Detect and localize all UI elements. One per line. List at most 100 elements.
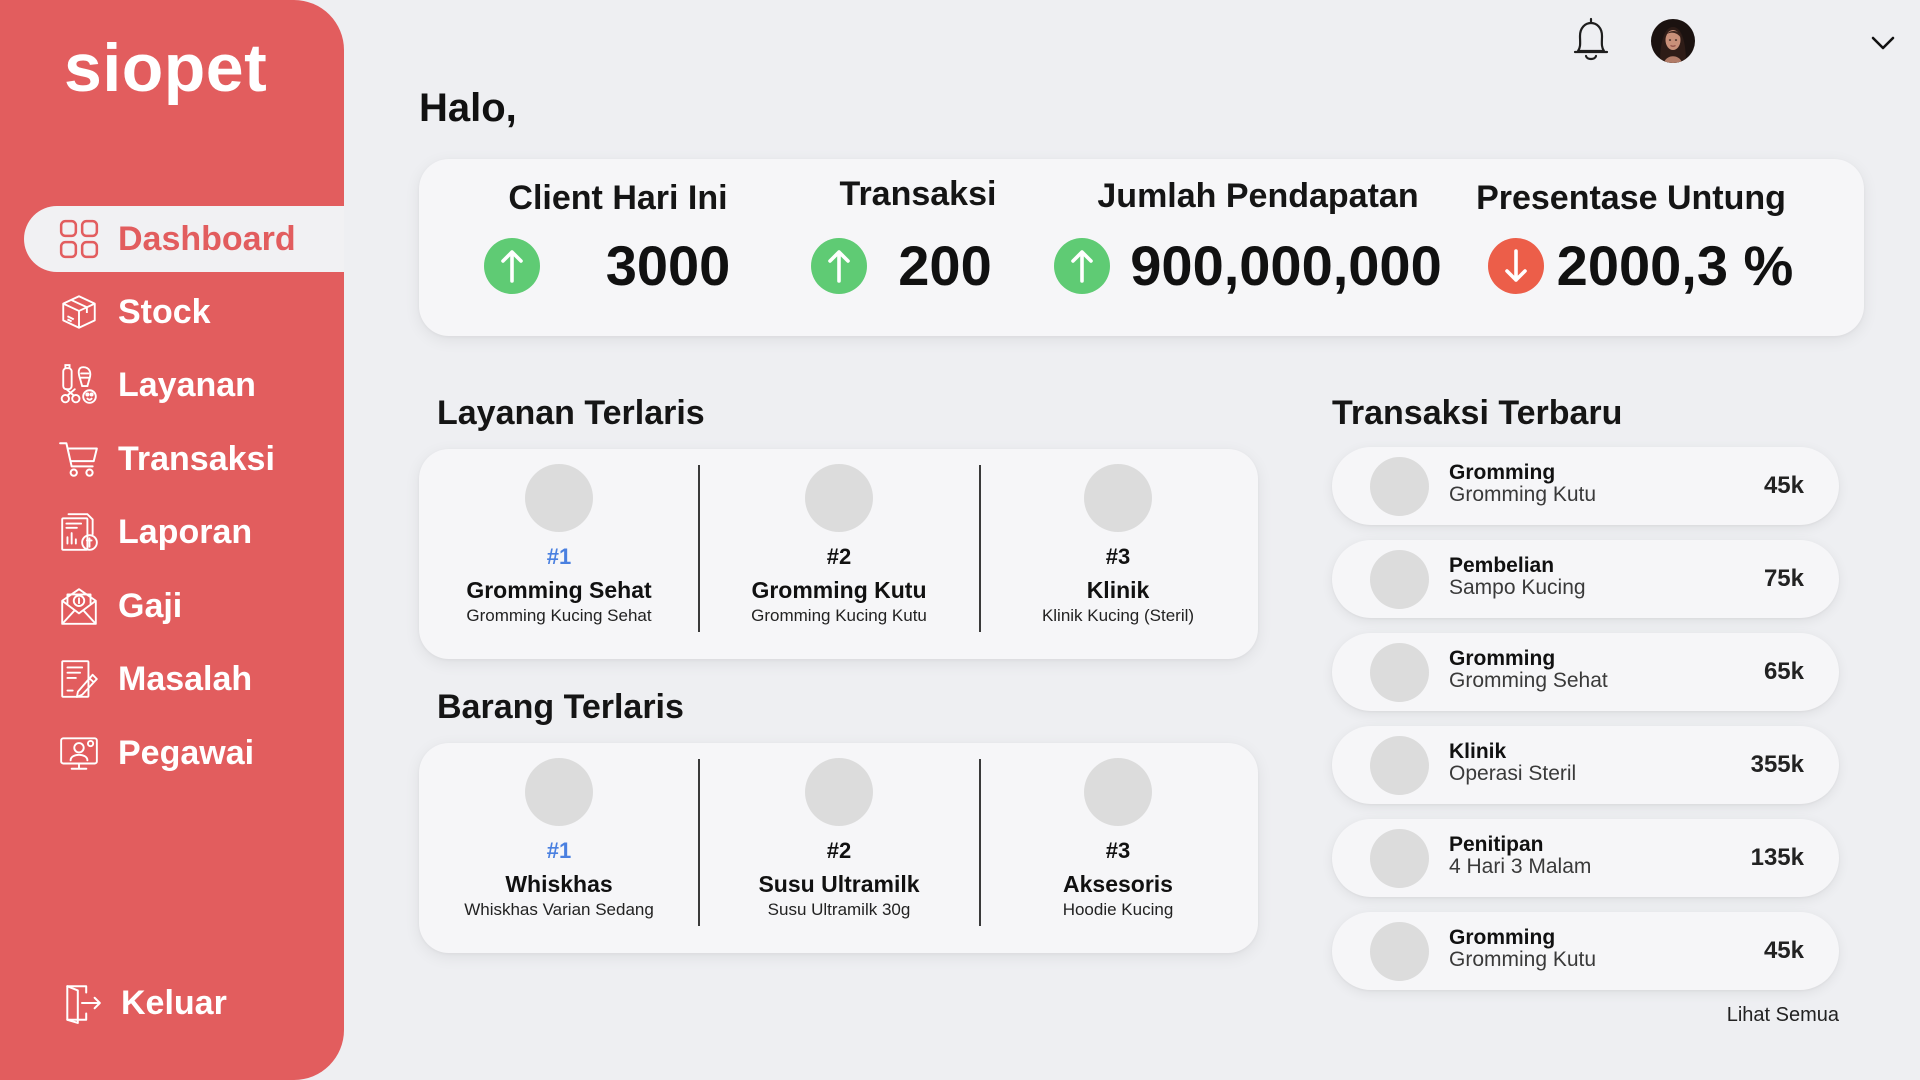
transaction-image-placeholder bbox=[1370, 457, 1429, 516]
transaction-image-placeholder bbox=[1370, 829, 1429, 888]
product-image-placeholder bbox=[1084, 758, 1152, 826]
transaction-amount: 65k bbox=[1763, 658, 1804, 685]
product-item: #2 Susu Ultramilk Susu Ultramilk 30g bbox=[699, 743, 979, 953]
sidebar-item-label: Transaksi bbox=[118, 440, 275, 478]
arrow-up-icon-graphic bbox=[484, 238, 540, 294]
sidebar-item-stock[interactable]: Stock bbox=[24, 279, 344, 345]
arrow-up-icon bbox=[484, 238, 540, 294]
product-item: #3 Aksesoris Hoodie Kucing bbox=[978, 743, 1258, 953]
transaction-amount: 75k bbox=[1763, 565, 1804, 592]
sidebar-item-label: Stock bbox=[118, 293, 211, 331]
stat-value-profit-percentage: 2000,3 % bbox=[1556, 234, 1794, 297]
bell-icon[interactable] bbox=[1569, 16, 1613, 64]
service-description: Klinik Kucing (Steril) bbox=[1041, 606, 1195, 625]
sidebar-item-gaji[interactable]: Gaji bbox=[24, 573, 344, 639]
arrow-up-icon-graphic bbox=[811, 238, 867, 294]
recent-transactions-title: Transaksi Terbaru bbox=[1332, 394, 1623, 432]
service-image-placeholder bbox=[1084, 464, 1152, 532]
employee-icon bbox=[58, 732, 100, 774]
transaction-category: Pembelian bbox=[1449, 554, 1555, 577]
sidebar-item-label: Dashboard bbox=[118, 220, 296, 258]
stat-title-transactions: Transaksi bbox=[839, 175, 997, 213]
transaction-image-placeholder bbox=[1370, 550, 1429, 609]
rank-number: #2 bbox=[826, 544, 852, 569]
greeting-title: Halo, bbox=[419, 86, 517, 130]
issue-document-icon bbox=[58, 658, 100, 700]
sidebar-item-label: Layanan bbox=[118, 366, 256, 404]
rank-number: #1 bbox=[546, 544, 572, 569]
sidebar-item-label: Pegawai bbox=[118, 734, 255, 772]
dashboard-grid-icon-graphic bbox=[59, 219, 99, 259]
bell-icon-graphic bbox=[1573, 17, 1609, 61]
stat-title-clients: Client Hari Ini bbox=[508, 179, 728, 217]
stats-card: Client Hari Ini 3000 Transaksi 200 Jumla… bbox=[419, 159, 1864, 336]
sidebar-item-label: Laporan bbox=[118, 513, 253, 551]
sidebar-item-pegawai[interactable]: Pegawai bbox=[24, 720, 344, 786]
transaction-row: Klinik Operasi Steril 355k bbox=[1332, 726, 1839, 804]
app-logo[interactable]: siopet bbox=[64, 34, 267, 102]
stat-value-clients: 3000 bbox=[605, 234, 731, 297]
arrow-down-icon bbox=[1488, 238, 1544, 294]
report-icon bbox=[58, 511, 100, 553]
transaction-image-placeholder bbox=[1370, 922, 1429, 981]
transaction-amount: 45k bbox=[1763, 937, 1804, 964]
transaction-name: Gromming Kutu bbox=[1449, 948, 1597, 971]
product-name: Susu Ultramilk bbox=[758, 871, 920, 897]
service-image-placeholder bbox=[525, 464, 593, 532]
logout-door-icon-graphic bbox=[66, 985, 101, 1024]
transaction-amount: 135k bbox=[1750, 844, 1804, 871]
product-description: Hoodie Kucing bbox=[1062, 900, 1174, 919]
product-description: Susu Ultramilk 30g bbox=[767, 900, 911, 919]
transaction-name: Gromming Kutu bbox=[1449, 483, 1597, 506]
arrow-up-icon-graphic bbox=[1054, 238, 1110, 294]
salary-envelope-icon bbox=[58, 585, 100, 627]
transaction-name: Operasi Steril bbox=[1449, 762, 1577, 785]
box-icon-graphic bbox=[62, 295, 96, 329]
service-description: Gromming Kucing Kutu bbox=[751, 606, 927, 625]
service-image-placeholder bbox=[805, 464, 873, 532]
view-all-transactions-link[interactable]: Lihat Semua bbox=[1639, 1003, 1839, 1027]
transaction-category: Gromming bbox=[1449, 647, 1556, 670]
service-name: Klinik bbox=[1086, 577, 1150, 603]
user-avatar-graphic bbox=[1651, 19, 1695, 63]
rank-number: #3 bbox=[1105, 838, 1131, 863]
product-name: Whiskhas bbox=[505, 871, 613, 897]
user-avatar[interactable] bbox=[1651, 19, 1695, 63]
transaction-row: Gromming Gromming Kutu 45k bbox=[1332, 447, 1839, 525]
dashboard-grid-icon bbox=[58, 218, 100, 260]
transaction-amount: 355k bbox=[1750, 751, 1804, 778]
transaction-image-placeholder bbox=[1370, 736, 1429, 795]
sidebar-item-transaksi[interactable]: Transaksi bbox=[24, 426, 344, 492]
logout-door-icon bbox=[61, 982, 103, 1024]
grooming-tools-icon bbox=[58, 364, 100, 406]
transaction-row: Pembelian Sampo Kucing 75k bbox=[1332, 540, 1839, 618]
sidebar-item-label: Gaji bbox=[118, 587, 183, 625]
logout-label: Keluar bbox=[121, 984, 227, 1022]
transaction-category: Klinik bbox=[1449, 740, 1507, 763]
transaction-category: Gromming bbox=[1449, 461, 1556, 484]
service-description: Gromming Kucing Sehat bbox=[466, 606, 652, 625]
sidebar-item-layanan[interactable]: Layanan bbox=[24, 352, 344, 418]
sidebar-item-masalah[interactable]: Masalah bbox=[24, 646, 344, 712]
product-image-placeholder bbox=[805, 758, 873, 826]
sidebar-item-dashboard[interactable]: Dashboard bbox=[24, 206, 344, 272]
service-item: #2 Gromming Kutu Gromming Kucing Kutu bbox=[699, 449, 979, 659]
service-name: Gromming Sehat bbox=[466, 577, 652, 603]
arrow-up-icon bbox=[811, 238, 867, 294]
service-item: #1 Gromming Sehat Gromming Kucing Sehat bbox=[419, 449, 699, 659]
grooming-tools-icon-graphic bbox=[60, 364, 97, 404]
employee-icon-graphic bbox=[60, 737, 98, 770]
product-item: #1 Whiskhas Whiskhas Varian Sedang bbox=[419, 743, 699, 953]
top-services-title: Layanan Terlaris bbox=[437, 394, 705, 432]
stat-title-revenue: Jumlah Pendapatan bbox=[1097, 177, 1419, 215]
transaction-row: Gromming Gromming Kutu 45k bbox=[1332, 912, 1839, 990]
logout-button[interactable]: Keluar bbox=[24, 970, 344, 1036]
chevron-down-icon[interactable] bbox=[1870, 34, 1896, 52]
issue-document-icon-graphic bbox=[61, 660, 98, 698]
product-description: Whiskhas Varian Sedang bbox=[464, 900, 654, 919]
product-image-placeholder bbox=[525, 758, 593, 826]
salary-envelope-icon-graphic bbox=[61, 588, 97, 625]
rank-number: #3 bbox=[1105, 544, 1131, 569]
sidebar-item-laporan[interactable]: Laporan bbox=[24, 499, 344, 565]
top-products-card: #1 Whiskhas Whiskhas Varian Sedang #2 Su… bbox=[419, 743, 1258, 953]
